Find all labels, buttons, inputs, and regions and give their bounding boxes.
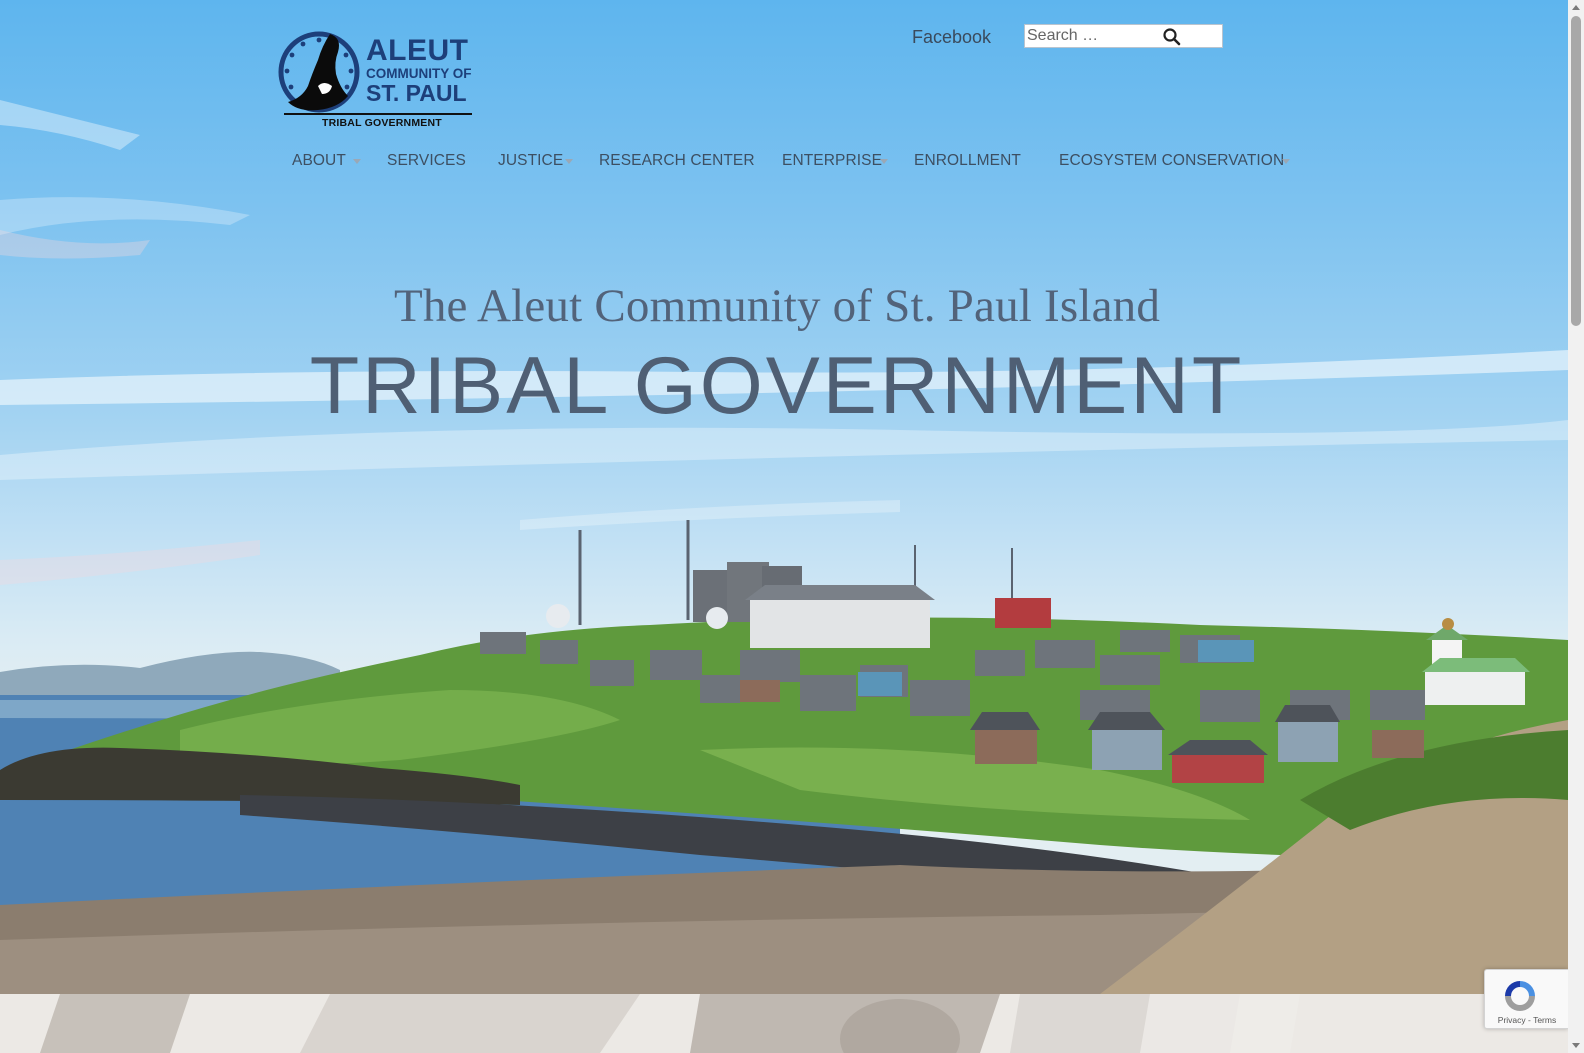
historic-photo-collage (0, 994, 1568, 1053)
dropdown-caret-icon (353, 159, 361, 164)
nav-item-enterprise[interactable]: ENTERPRISE (782, 152, 888, 170)
hero-title: TRIBAL GOVERNMENT (309, 341, 1245, 431)
nav-item-ecosystem-conservation[interactable]: ECOSYSTEM CONSERVATION (1059, 152, 1290, 170)
scrollbar-thumb[interactable] (1571, 16, 1581, 326)
nav-item-label: ENROLLMENT (914, 152, 1021, 169)
search-input[interactable] (1027, 26, 1157, 46)
nav-item-label: ENTERPRISE (782, 152, 883, 169)
hero-landscape-image (0, 100, 1568, 994)
logo-line-aleut: ALEUT (366, 34, 469, 67)
dropdown-caret-icon (565, 159, 573, 164)
next-section-image (0, 994, 1568, 1053)
logo-line-tribal-government: TRIBAL GOVERNMENT (322, 117, 442, 129)
scroll-down-icon[interactable] (1572, 1043, 1580, 1048)
search-icon (1163, 28, 1181, 46)
nav-item-justice[interactable]: JUSTICE (498, 152, 573, 170)
nav-item-services[interactable]: SERVICES (387, 152, 466, 170)
hero-banner (0, 0, 1568, 994)
nav-item-enrollment[interactable]: ENROLLMENT (914, 152, 1021, 170)
logo-line-community-of: COMMUNITY OF (366, 66, 472, 81)
page-scrollbar[interactable] (1568, 0, 1584, 1053)
dropdown-caret-icon (880, 159, 888, 164)
facebook-link[interactable]: Facebook (912, 27, 991, 48)
logo-line-st-paul: ST. PAUL (366, 80, 467, 106)
dropdown-caret-icon (1282, 159, 1290, 164)
recaptcha-badge[interactable]: Privacy - Terms (1484, 969, 1568, 1029)
recaptcha-icon (1505, 981, 1535, 1011)
hero-subtitle: The Aleut Community of St. Paul Island (393, 280, 1161, 332)
seal-emblem-icon (278, 31, 360, 113)
nav-item-label: JUSTICE (498, 152, 564, 169)
nav-item-label: ABOUT (292, 152, 346, 169)
search-form (1024, 24, 1223, 48)
nav-item-label: ECOSYSTEM CONSERVATION (1059, 152, 1285, 169)
nav-item-label: SERVICES (387, 152, 466, 169)
nav-item-research-center[interactable]: RESEARCH CENTER (599, 152, 755, 170)
site-logo[interactable]: ALEUT COMMUNITY OF ST. PAUL TRIBAL GOVER… (278, 28, 474, 132)
search-button[interactable] (1161, 27, 1183, 47)
logo-divider (284, 113, 472, 115)
scroll-up-icon[interactable] (1572, 5, 1580, 10)
nav-item-label: RESEARCH CENTER (599, 152, 755, 169)
recaptcha-links[interactable]: Privacy - Terms (1489, 1015, 1565, 1025)
nav-item-about[interactable]: ABOUT (292, 152, 361, 170)
